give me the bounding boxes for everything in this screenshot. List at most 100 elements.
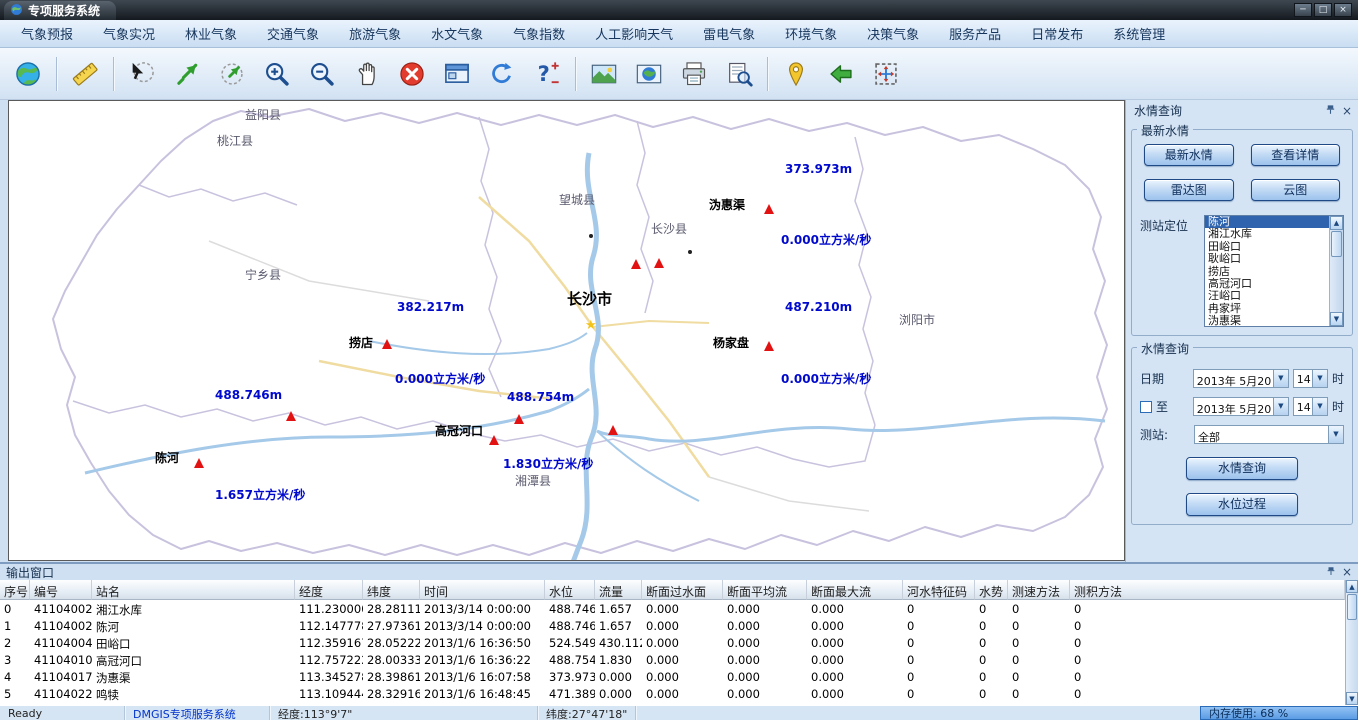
- table-row[interactable]: 441104017沩惠渠113.34527828.3986112013/1/6 …: [0, 668, 1358, 685]
- print-preview-icon[interactable]: [721, 54, 757, 94]
- scroll-up-icon[interactable]: ▲: [1346, 580, 1358, 593]
- table-row[interactable]: 341104010高冠河口112.75722228.0033332013/1/6…: [0, 651, 1358, 668]
- scroll-down-icon[interactable]: ▼: [1330, 312, 1343, 326]
- column-header[interactable]: 水势: [975, 580, 1008, 600]
- column-header[interactable]: 断面过水面: [642, 580, 723, 600]
- scroll-up-icon[interactable]: ▲: [1330, 216, 1343, 230]
- menu-item-0[interactable]: 气象预报: [6, 19, 88, 48]
- menu-item-5[interactable]: 水文气象: [416, 19, 498, 48]
- scene-image-icon[interactable]: [586, 54, 622, 94]
- menu-item-13[interactable]: 系统管理: [1098, 19, 1180, 48]
- latest-water-button[interactable]: 最新水情: [1144, 144, 1234, 166]
- station-marker[interactable]: [514, 414, 524, 424]
- end-hour-combo[interactable]: 14 ▼: [1293, 397, 1328, 416]
- menu-item-12[interactable]: 日常发布: [1016, 19, 1098, 48]
- column-header[interactable]: 经度: [295, 580, 363, 600]
- chevron-down-icon[interactable]: ▼: [1312, 370, 1327, 387]
- column-header[interactable]: 纬度: [363, 580, 420, 600]
- table-row[interactable]: 041104002湘江水库111.23000028.2811112013/3/1…: [0, 600, 1358, 617]
- station-marker[interactable]: [631, 259, 641, 269]
- select-by-circle-icon[interactable]: [124, 54, 160, 94]
- pin-icon[interactable]: [1326, 566, 1336, 578]
- column-header[interactable]: 时间: [420, 580, 545, 600]
- water-query-button[interactable]: 水情查询: [1186, 457, 1298, 480]
- zoom-in-icon[interactable]: [259, 54, 295, 94]
- scrollbar-thumb[interactable]: [1347, 594, 1357, 620]
- listbox-scrollbar[interactable]: ▲ ▼: [1329, 216, 1343, 326]
- station-list-item[interactable]: 沩惠渠: [1205, 315, 1329, 327]
- station-marker[interactable]: [286, 411, 296, 421]
- previous-view-icon[interactable]: [823, 54, 859, 94]
- column-header[interactable]: 流量: [595, 580, 642, 600]
- menu-item-2[interactable]: 林业气象: [170, 19, 252, 48]
- menu-item-7[interactable]: 人工影响天气: [580, 19, 688, 48]
- chevron-down-icon[interactable]: ▼: [1312, 398, 1327, 415]
- station-marker[interactable]: [382, 339, 392, 349]
- pin-icon[interactable]: [1325, 104, 1336, 117]
- menu-item-11[interactable]: 服务产品: [934, 19, 1016, 48]
- close-button[interactable]: ×: [1334, 3, 1352, 17]
- measure-icon[interactable]: [67, 54, 103, 94]
- to-checkbox[interactable]: [1140, 401, 1152, 413]
- maximize-button[interactable]: □: [1314, 3, 1332, 17]
- identify-icon[interactable]: ?: [529, 54, 565, 94]
- station-marker[interactable]: [654, 258, 664, 268]
- station-combo[interactable]: 全部 ▼: [1194, 425, 1344, 444]
- radar-chart-button[interactable]: 雷达图: [1144, 179, 1234, 201]
- table-row[interactable]: 241104004田峪口112.35916728.0522222013/1/6 …: [0, 634, 1358, 651]
- scrollbar-thumb[interactable]: [1331, 231, 1342, 257]
- menu-item-6[interactable]: 气象指数: [498, 19, 580, 48]
- column-header[interactable]: 水位: [545, 580, 595, 600]
- column-header[interactable]: 河水特征码: [903, 580, 975, 600]
- column-header[interactable]: 断面最大流: [807, 580, 903, 600]
- view-details-button[interactable]: 查看详情: [1251, 144, 1341, 166]
- full-extent-window-icon[interactable]: [439, 54, 475, 94]
- station-list-item[interactable]: 耿峪口: [1205, 253, 1329, 265]
- map-view[interactable]: 益阳县桃江县宁乡县望城县长沙县浏阳市湘潭县沩惠渠杨家盘捞店高冠河口陈河长沙市★3…: [8, 100, 1125, 561]
- refresh-icon[interactable]: [484, 54, 520, 94]
- column-header[interactable]: 测积方法: [1070, 580, 1345, 600]
- start-hour-combo[interactable]: 14 ▼: [1293, 369, 1328, 388]
- water-level-process-button[interactable]: 水位过程: [1186, 493, 1298, 516]
- locate-pin-icon[interactable]: [778, 54, 814, 94]
- select-arrow-icon[interactable]: [169, 54, 205, 94]
- stop-icon[interactable]: [394, 54, 430, 94]
- output-scrollbar[interactable]: ▲ ▼: [1345, 580, 1358, 705]
- menu-item-3[interactable]: 交通气象: [252, 19, 334, 48]
- menu-item-9[interactable]: 环境气象: [770, 19, 852, 48]
- chevron-down-icon[interactable]: ▼: [1273, 398, 1288, 415]
- chevron-down-icon[interactable]: ▼: [1328, 426, 1343, 443]
- print-icon[interactable]: [676, 54, 712, 94]
- zoom-extent-icon[interactable]: [868, 54, 904, 94]
- station-marker[interactable]: [194, 458, 204, 468]
- column-header[interactable]: 序号: [0, 580, 30, 600]
- menu-item-4[interactable]: 旅游气象: [334, 19, 416, 48]
- chevron-down-icon[interactable]: ▼: [1273, 370, 1288, 387]
- minimize-button[interactable]: ─: [1294, 3, 1312, 17]
- close-panel-icon[interactable]: ×: [1342, 566, 1352, 578]
- start-date-combo[interactable]: 2013年 5月20日 ▼: [1193, 369, 1289, 388]
- scroll-down-icon[interactable]: ▼: [1346, 692, 1358, 705]
- station-marker[interactable]: [489, 435, 499, 445]
- world-image-icon[interactable]: [631, 54, 667, 94]
- cloud-chart-button[interactable]: 云图: [1251, 179, 1341, 201]
- station-marker[interactable]: [764, 204, 774, 214]
- column-header[interactable]: 编号: [30, 580, 92, 600]
- station-marker[interactable]: [764, 341, 774, 351]
- station-listbox[interactable]: 陈河湘江水库田峪口耿峪口捞店高冠河口汪峪口冉家坪沩惠渠 ▲ ▼: [1204, 215, 1344, 327]
- close-panel-icon[interactable]: ×: [1342, 105, 1352, 117]
- column-header[interactable]: 测速方法: [1008, 580, 1070, 600]
- menu-item-10[interactable]: 决策气象: [852, 19, 934, 48]
- column-header[interactable]: 站名: [92, 580, 295, 600]
- end-date-combo[interactable]: 2013年 5月20日 ▼: [1193, 397, 1289, 416]
- station-list-item[interactable]: 湘江水库: [1205, 228, 1329, 240]
- table-row[interactable]: 541104022鸣犊113.10944428.3291672013/1/6 1…: [0, 685, 1358, 702]
- station-list-item[interactable]: 汪峪口: [1205, 290, 1329, 302]
- menu-item-1[interactable]: 气象实况: [88, 19, 170, 48]
- zoom-out-icon[interactable]: [304, 54, 340, 94]
- globe-icon[interactable]: [10, 54, 46, 94]
- menu-item-8[interactable]: 雷电气象: [688, 19, 770, 48]
- table-row[interactable]: 141104002陈河112.14777827.9736112013/3/14 …: [0, 617, 1358, 634]
- clear-selection-icon[interactable]: [214, 54, 250, 94]
- pan-icon[interactable]: [349, 54, 385, 94]
